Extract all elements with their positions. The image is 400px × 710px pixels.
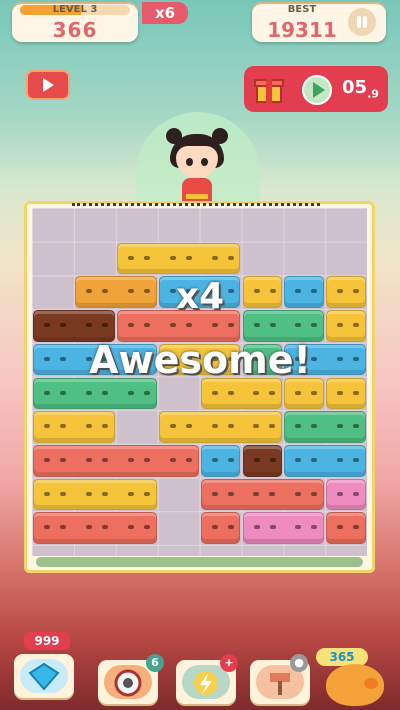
block-yellow[interactable] [326, 377, 367, 410]
block-yellow[interactable] [284, 377, 325, 410]
best-label: BEST [287, 4, 317, 15]
video-icon[interactable] [26, 70, 70, 100]
block-red[interactable] [200, 478, 325, 511]
block-red[interactable] [326, 512, 367, 544]
block-yellow[interactable] [33, 478, 157, 511]
gem-icon [20, 659, 68, 693]
combo-multiplier: x4 [175, 276, 225, 317]
block-red[interactable] [200, 512, 241, 544]
coin-count: 365 [316, 648, 368, 666]
block-pink[interactable] [242, 512, 325, 544]
block-yellow[interactable] [158, 411, 283, 443]
reward-panel[interactable]: 05.9 [244, 66, 388, 112]
pause-icon[interactable] [348, 8, 376, 36]
piggy-bank-icon[interactable] [326, 664, 384, 706]
block-grid[interactable] [32, 208, 367, 556]
game-board[interactable] [24, 201, 375, 573]
play-icon[interactable] [302, 75, 332, 105]
bomb-icon [104, 665, 152, 699]
best-score: 19311 [267, 18, 337, 42]
gem-count: 999 [24, 632, 70, 650]
rope-line [72, 203, 320, 211]
block-yellow[interactable] [33, 411, 115, 443]
lock-icon: ● [290, 654, 308, 672]
block-green[interactable] [284, 411, 367, 443]
block-yellow[interactable] [200, 377, 283, 410]
best-panel: BEST 19311 [252, 2, 386, 42]
score-multiplier: x6 [142, 2, 188, 24]
reward-timer: 05.9 [342, 77, 379, 101]
block-blue[interactable] [284, 444, 367, 477]
block-yellow[interactable] [116, 242, 241, 275]
current-score: 366 [52, 18, 98, 42]
gem-button[interactable] [14, 654, 74, 698]
block-red[interactable] [33, 444, 199, 477]
board-bottom-bar [36, 557, 363, 567]
level-label: LEVEL 3 [52, 4, 98, 15]
combo-message: Awesome! [89, 338, 311, 382]
block-green[interactable] [33, 377, 157, 410]
level-panel: LEVEL 3 366 [12, 2, 138, 42]
gift-icon[interactable] [254, 75, 284, 103]
block-red[interactable] [33, 512, 157, 544]
block-brown[interactable] [242, 444, 283, 477]
block-blue[interactable] [200, 444, 241, 477]
block-pink[interactable] [326, 478, 367, 511]
bomb-count: 6 [146, 654, 164, 672]
lightning-badge: + [220, 654, 238, 672]
